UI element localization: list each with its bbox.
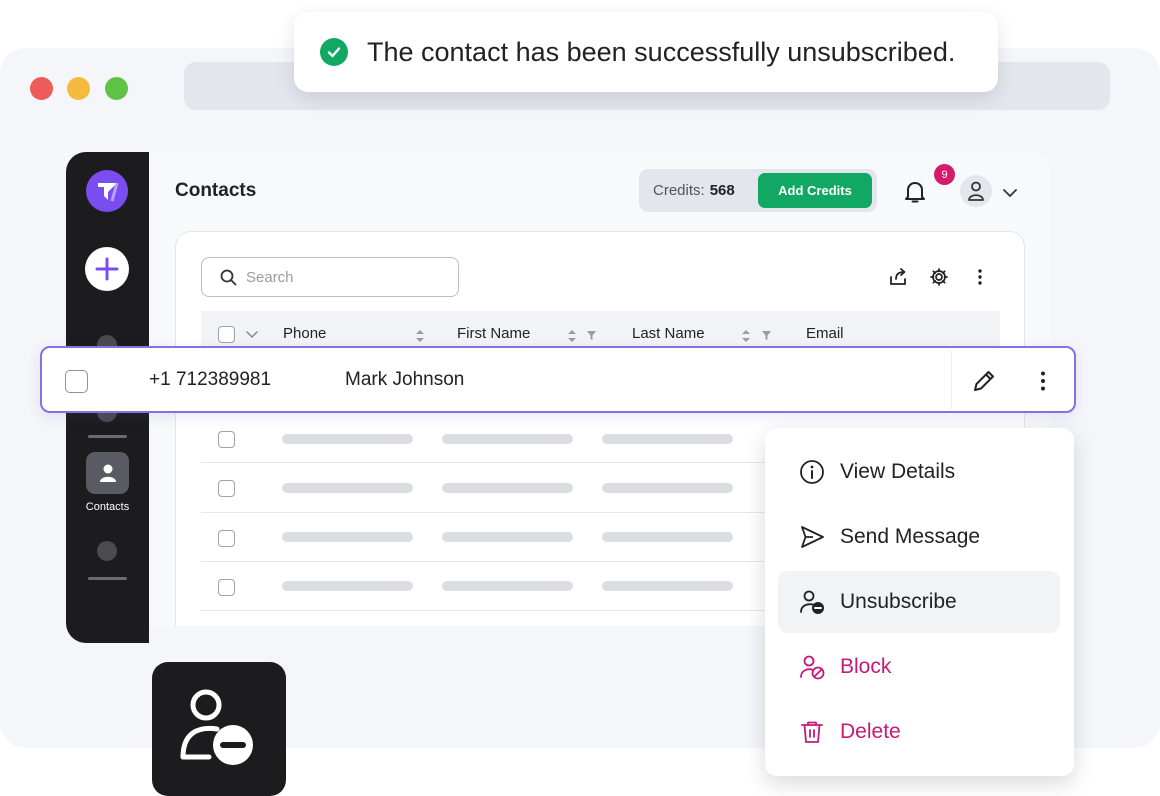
search-icon [220, 269, 237, 286]
filter-icon[interactable] [761, 330, 772, 341]
loading-placeholder [602, 581, 733, 591]
success-toast: The contact has been successfully unsubs… [294, 12, 998, 92]
sidebar-item-contacts[interactable] [86, 452, 129, 494]
window-maximize-button[interactable] [105, 77, 128, 100]
context-menu: View Details Send Message Unsubscribe Bl… [765, 428, 1074, 776]
sidebar-divider [88, 435, 127, 438]
menu-item-label: Delete [840, 720, 901, 743]
chevron-down-icon [1003, 189, 1017, 198]
loading-placeholder [282, 581, 413, 591]
bell-icon [905, 182, 925, 203]
loading-placeholder [602, 532, 733, 542]
plus-icon [95, 257, 119, 281]
account-menu-toggle[interactable] [1002, 185, 1018, 203]
page-title: Contacts [175, 180, 257, 201]
row-divider [201, 462, 781, 463]
sort-icon[interactable] [415, 329, 425, 343]
menu-item-block[interactable]: Block [778, 636, 1060, 698]
add-credits-button[interactable]: Add Credits [758, 173, 872, 208]
credits-label: Credits: [653, 182, 705, 199]
add-button[interactable] [85, 247, 129, 291]
loading-placeholder [282, 434, 413, 444]
loading-placeholder [442, 532, 573, 542]
loading-placeholder [442, 581, 573, 591]
more-vertical-icon [978, 269, 982, 285]
toast-message: The contact has been successfully unsubs… [367, 36, 956, 67]
pencil-icon [974, 371, 994, 391]
loading-placeholder [282, 532, 413, 542]
menu-item-label: Send Message [840, 525, 981, 548]
select-all-checkbox[interactable] [218, 326, 235, 343]
menu-item-label: View Details [840, 460, 956, 483]
gear-icon [930, 268, 948, 286]
credits-value: 568 [709, 182, 735, 199]
more-vertical-icon [1041, 371, 1045, 391]
row-divider [201, 512, 781, 513]
row-checkbox[interactable] [218, 480, 235, 497]
column-header-email[interactable]: Email [806, 325, 844, 342]
chevron-down-icon[interactable] [246, 331, 258, 339]
window-minimize-button[interactable] [67, 77, 90, 100]
sort-icon[interactable] [741, 329, 751, 343]
notifications-button[interactable] [903, 179, 927, 210]
column-header-last-name[interactable]: Last Name [632, 325, 705, 342]
search-input[interactable] [246, 268, 446, 286]
menu-item-delete[interactable]: Delete [778, 701, 1060, 763]
app-logo [86, 170, 128, 212]
settings-button[interactable] [929, 267, 949, 287]
sort-icon[interactable] [567, 329, 577, 343]
column-header-first-name[interactable]: First Name [457, 325, 530, 342]
check-circle-icon [320, 38, 348, 66]
menu-item-view-details[interactable]: View Details [778, 441, 1060, 503]
sidebar-divider [88, 577, 127, 580]
row-divider [201, 561, 781, 562]
trash-icon [798, 718, 826, 746]
loading-placeholder [442, 483, 573, 493]
loading-placeholder [282, 483, 413, 493]
send-icon [798, 523, 826, 551]
column-header-phone[interactable]: Phone [283, 325, 326, 342]
contact-phone: +1 712389981 [149, 369, 272, 390]
notification-badge: 9 [934, 164, 955, 185]
loading-placeholder [602, 483, 733, 493]
menu-item-unsubscribe[interactable]: Unsubscribe [778, 571, 1060, 633]
menu-item-send-message[interactable]: Send Message [778, 506, 1060, 568]
selected-contact-row[interactable]: +1 712389981 Mark Johnson [40, 346, 1076, 413]
sidebar-item-placeholder[interactable] [97, 541, 117, 561]
row-checkbox[interactable] [218, 530, 235, 547]
loading-placeholder [602, 434, 733, 444]
contact-name: Mark Johnson [345, 369, 465, 390]
user-icon [99, 464, 116, 482]
export-button[interactable] [888, 267, 908, 287]
avatar[interactable] [960, 175, 992, 207]
credits-box: Credits: 568 Add Credits [639, 169, 877, 212]
row-divider [951, 350, 952, 410]
user-icon [968, 181, 984, 201]
more-options-button[interactable] [970, 267, 990, 287]
unsubscribe-badge [152, 662, 286, 796]
logo-icon [98, 182, 119, 202]
loading-placeholder [442, 434, 573, 444]
row-checkbox[interactable] [218, 579, 235, 596]
export-icon [890, 268, 906, 285]
user-block-icon [798, 653, 826, 681]
window-close-button[interactable] [30, 77, 53, 100]
user-minus-icon [180, 689, 253, 765]
menu-item-label: Unsubscribe [840, 590, 957, 613]
user-minus-icon [798, 588, 826, 616]
row-checkbox[interactable] [218, 431, 235, 448]
row-divider [201, 610, 781, 611]
search-box[interactable] [201, 257, 459, 297]
edit-button[interactable] [970, 367, 998, 395]
filter-icon[interactable] [586, 330, 597, 341]
row-more-button[interactable] [1031, 369, 1055, 393]
sidebar-item-label: Contacts [85, 501, 130, 513]
menu-item-label: Block [840, 655, 892, 678]
row-checkbox[interactable] [65, 370, 88, 393]
info-icon [798, 458, 826, 486]
